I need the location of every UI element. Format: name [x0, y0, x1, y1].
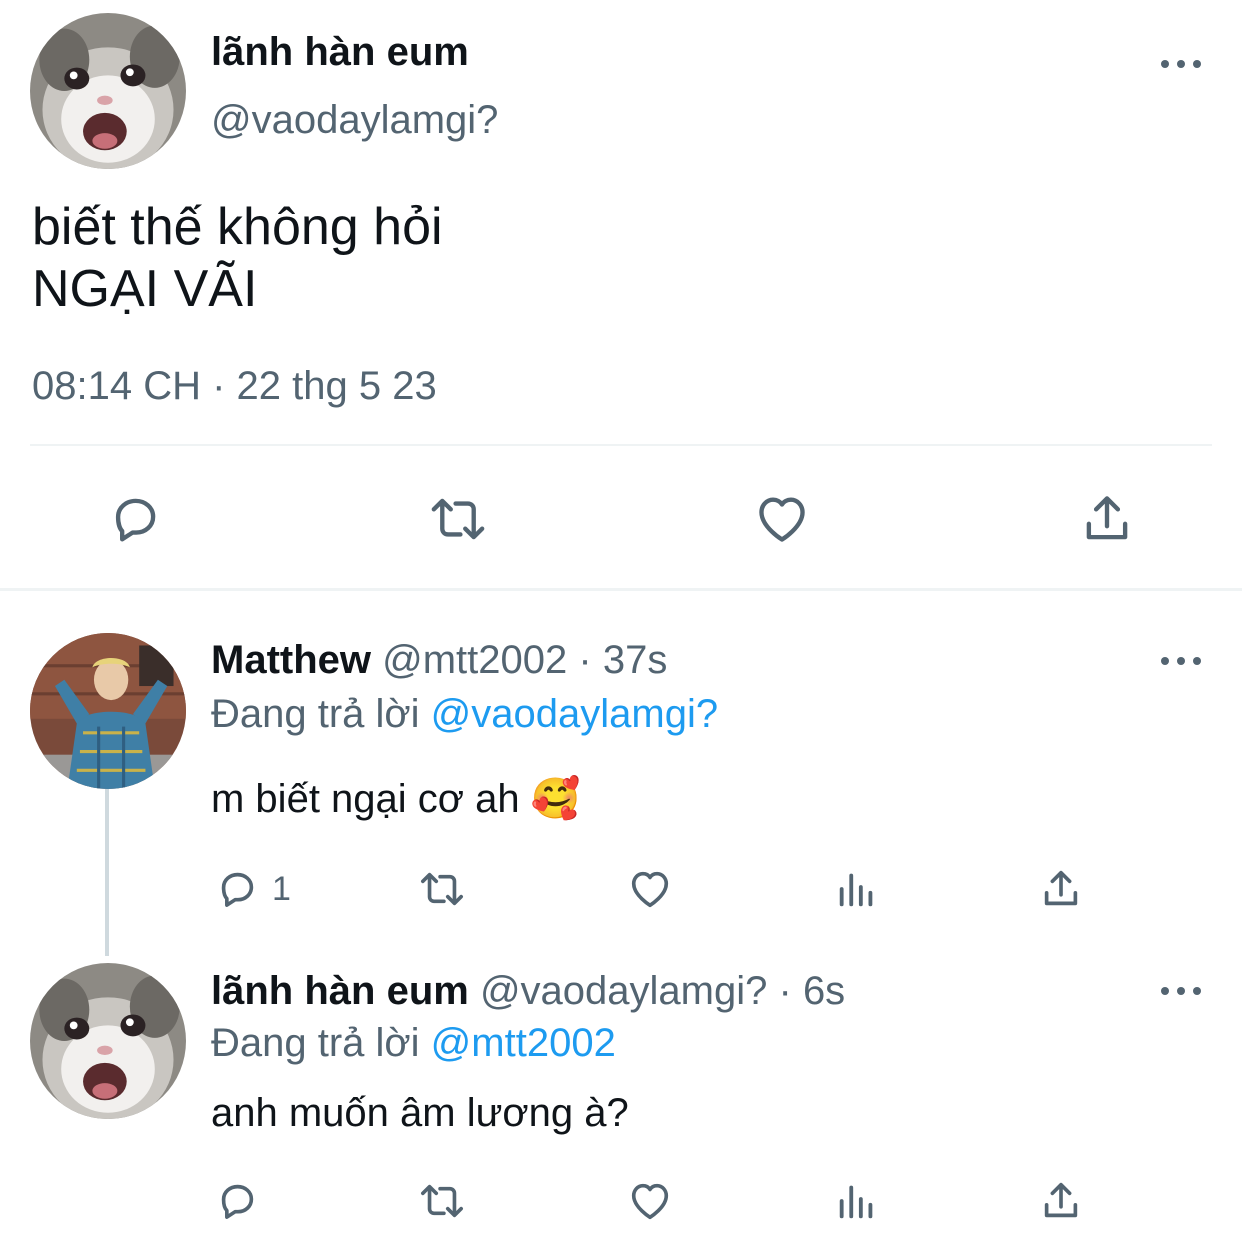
- reply-count: 1: [272, 870, 291, 908]
- reply-text-body: m biết ngại cơ ah: [211, 777, 520, 821]
- reply-author-handle[interactable]: @mtt2002: [382, 638, 567, 682]
- divider: [30, 444, 1212, 446]
- smiling-face-with-hearts-emoji: 🥰: [530, 777, 581, 821]
- like-icon[interactable]: [626, 866, 674, 912]
- analytics-icon[interactable]: [834, 1178, 880, 1224]
- more-options-icon[interactable]: [1161, 58, 1201, 70]
- cat-avatar-image: [30, 13, 186, 169]
- reply-author-name[interactable]: lãnh hàn eum: [211, 969, 469, 1013]
- reply-header: lãnh hàn eum @vaodaylamgi? · 6s: [211, 969, 845, 1014]
- user-avatar[interactable]: [30, 633, 186, 789]
- section-divider: [0, 588, 1242, 591]
- more-options-icon[interactable]: [1161, 655, 1201, 667]
- reply-icon[interactable]: [214, 1178, 260, 1224]
- thread-line: [105, 788, 109, 956]
- reply-time[interactable]: 6s: [803, 969, 845, 1013]
- user-avatar-image: [30, 633, 186, 789]
- replying-to-label: Đang trả lời: [211, 1021, 420, 1065]
- share-icon[interactable]: [1078, 490, 1136, 548]
- tweet-timestamp[interactable]: 08:14 CH · 22 thg 5 23: [32, 364, 437, 409]
- author-handle[interactable]: @vaodaylamgi?: [211, 98, 498, 143]
- reply-text: anh muốn âm lương à?: [211, 1091, 629, 1135]
- separator-dot: ·: [578, 638, 592, 682]
- separator-dot: ·: [778, 969, 792, 1013]
- more-options-icon[interactable]: [1161, 985, 1201, 997]
- reply-icon[interactable]: [214, 866, 260, 912]
- tweet-text-line: NGẠI VÃI: [32, 260, 258, 318]
- reply-time[interactable]: 37s: [603, 638, 668, 682]
- replying-to-link[interactable]: @mtt2002: [431, 1021, 616, 1065]
- share-icon[interactable]: [1038, 1178, 1084, 1224]
- cat-avatar[interactable]: [30, 13, 186, 169]
- cat-avatar[interactable]: [30, 963, 186, 1119]
- retweet-icon[interactable]: [415, 866, 469, 912]
- replying-to: Đang trả lời @vaodaylamgi?: [211, 692, 718, 737]
- author-name[interactable]: lãnh hàn eum: [211, 30, 469, 75]
- tweet-text-line: biết thế không hỏi: [32, 198, 443, 256]
- tweet-text: biết thế không hỏi NGẠI VÃI: [32, 196, 443, 320]
- like-icon[interactable]: [752, 490, 812, 548]
- reply-text: m biết ngại cơ ah 🥰: [211, 775, 581, 822]
- reply-author-handle[interactable]: @vaodaylamgi?: [480, 969, 767, 1013]
- replying-to: Đang trả lời @mtt2002: [211, 1021, 616, 1066]
- cat-avatar-image: [30, 963, 186, 1119]
- replying-to-label: Đang trả lời: [211, 692, 420, 736]
- analytics-icon[interactable]: [834, 866, 880, 912]
- reply-header: Matthew @mtt2002 · 37s: [211, 638, 667, 683]
- reply-icon[interactable]: [106, 490, 164, 548]
- retweet-icon[interactable]: [415, 1178, 469, 1224]
- reply-author-name[interactable]: Matthew: [211, 638, 371, 682]
- replying-to-link[interactable]: @vaodaylamgi?: [431, 692, 718, 736]
- retweet-icon[interactable]: [425, 490, 491, 548]
- share-icon[interactable]: [1038, 866, 1084, 912]
- like-icon[interactable]: [626, 1178, 674, 1224]
